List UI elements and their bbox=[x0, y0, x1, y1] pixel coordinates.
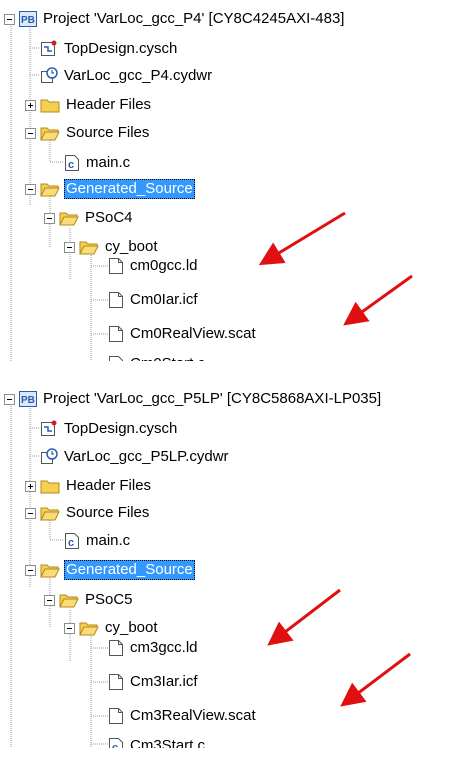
file-icon bbox=[109, 326, 123, 342]
file-icon bbox=[109, 708, 123, 724]
svg-text:c: c bbox=[68, 537, 74, 549]
source-files-label: Source Files bbox=[66, 504, 150, 521]
svg-text:c: c bbox=[68, 159, 74, 171]
schematic-label: TopDesign.cysch bbox=[64, 40, 178, 57]
collapse-icon[interactable] bbox=[25, 564, 36, 576]
file-label: Cm0Iar.icf bbox=[130, 291, 198, 308]
tree-item-source-files[interactable]: Source Files bbox=[25, 122, 151, 144]
schematic-icon bbox=[41, 40, 57, 56]
collapse-icon[interactable] bbox=[44, 212, 55, 224]
dwr-label: VarLoc_gcc_P4.cydwr bbox=[64, 67, 213, 84]
collapse-icon[interactable] bbox=[64, 622, 75, 634]
folder-open-icon bbox=[40, 127, 60, 141]
main-c-label: main.c bbox=[86, 154, 131, 171]
file-label: Cm3Iar.icf bbox=[130, 673, 198, 690]
tree-item-generated-source[interactable]: Generated_Source bbox=[25, 559, 195, 581]
collapse-icon[interactable] bbox=[44, 594, 55, 606]
main-c-label: main.c bbox=[86, 532, 131, 549]
file-icon bbox=[109, 640, 123, 656]
tree-item-dwr[interactable]: VarLoc_gcc_P5LP.cydwr bbox=[40, 446, 231, 468]
tree-item-file[interactable]: Cm3RealView.scat bbox=[108, 705, 258, 727]
folder-icon bbox=[40, 480, 60, 494]
collapse-icon[interactable] bbox=[25, 127, 36, 139]
project-icon: PB bbox=[19, 11, 37, 27]
cy-boot-label: cy_boot bbox=[105, 619, 158, 636]
file-label: cm0gcc.ld bbox=[130, 257, 198, 274]
tree-item-file[interactable]: cm3gcc.ld bbox=[108, 637, 200, 659]
tree-item-file[interactable]: Cm0Iar.icf bbox=[108, 289, 200, 311]
tree-item-psoc[interactable]: PSoC4 bbox=[44, 207, 135, 229]
project-label: Project 'VarLoc_gcc_P5LP' [CY8C5868AXI-L… bbox=[43, 390, 382, 407]
dwr-icon bbox=[41, 448, 58, 464]
header-files-label: Header Files bbox=[66, 96, 152, 113]
file-label: Cm3RealView.scat bbox=[130, 707, 256, 724]
tree-item-header-files[interactable]: Header Files bbox=[25, 475, 153, 497]
c-file-icon: c bbox=[65, 155, 79, 171]
psoc-label: PSoC5 bbox=[85, 591, 133, 608]
project-icon: PB bbox=[19, 391, 37, 407]
dwr-icon bbox=[41, 67, 58, 83]
folder-open-icon bbox=[40, 507, 60, 521]
tree-item-cy-boot[interactable]: cy_boot bbox=[64, 617, 160, 639]
file-icon bbox=[109, 292, 123, 308]
tree-item-project[interactable]: PB Project 'VarLoc_gcc_P5LP' [CY8C5868AX… bbox=[4, 388, 383, 410]
tree-item-file[interactable]: cm0gcc.ld bbox=[108, 255, 200, 277]
cy-boot-label: cy_boot bbox=[105, 238, 158, 255]
generated-source-label: Generated_Source bbox=[64, 560, 195, 580]
tree-item-file[interactable]: Cm3Iar.icf bbox=[108, 671, 200, 693]
tree-item-generated-source[interactable]: Generated_Source bbox=[25, 178, 195, 200]
tree-item-main-c[interactable]: c main.c bbox=[64, 530, 132, 552]
project-tree-psoc5: PB Project 'VarLoc_gcc_P5LP' [CY8C5868AX… bbox=[0, 382, 454, 757]
file-icon bbox=[109, 258, 123, 274]
schematic-label: TopDesign.cysch bbox=[64, 420, 178, 437]
expand-icon[interactable] bbox=[25, 480, 36, 492]
project-tree-psoc4: PB Project 'VarLoc_gcc_P4' [CY8C4245AXI-… bbox=[0, 0, 454, 370]
collapse-icon[interactable] bbox=[4, 393, 15, 405]
file-label: cm3gcc.ld bbox=[130, 639, 198, 656]
tree-item-header-files[interactable]: Header Files bbox=[25, 94, 153, 116]
folder-open-icon bbox=[40, 183, 60, 197]
folder-open-icon bbox=[40, 564, 60, 578]
tree-item-file[interactable]: Cm0RealView.scat bbox=[108, 323, 258, 345]
tree-item-main-c[interactable]: c main.c bbox=[64, 152, 132, 174]
panel-clip bbox=[0, 748, 454, 757]
source-files-label: Source Files bbox=[66, 124, 150, 141]
schematic-icon bbox=[41, 420, 57, 436]
svg-text:PB: PB bbox=[21, 15, 35, 26]
collapse-icon[interactable] bbox=[64, 241, 75, 253]
tree-item-dwr[interactable]: VarLoc_gcc_P4.cydwr bbox=[40, 65, 214, 87]
collapse-icon[interactable] bbox=[25, 183, 36, 195]
tree-item-source-files[interactable]: Source Files bbox=[25, 502, 151, 524]
tree-item-schematic[interactable]: TopDesign.cysch bbox=[40, 418, 179, 440]
svg-text:PB: PB bbox=[21, 395, 35, 406]
tree-item-psoc[interactable]: PSoC5 bbox=[44, 589, 135, 611]
file-icon bbox=[109, 674, 123, 690]
file-label: Cm0RealView.scat bbox=[130, 325, 256, 342]
project-label: Project 'VarLoc_gcc_P4' [CY8C4245AXI-483… bbox=[43, 10, 345, 27]
folder-open-icon bbox=[59, 594, 79, 608]
header-files-label: Header Files bbox=[66, 477, 152, 494]
folder-icon bbox=[40, 99, 60, 113]
folder-open-icon bbox=[79, 622, 99, 636]
c-file-icon: c bbox=[65, 533, 79, 549]
expand-icon[interactable] bbox=[25, 99, 36, 111]
collapse-icon[interactable] bbox=[4, 13, 15, 25]
folder-open-icon bbox=[59, 212, 79, 226]
tree-item-project[interactable]: PB Project 'VarLoc_gcc_P4' [CY8C4245AXI-… bbox=[4, 8, 346, 30]
collapse-icon[interactable] bbox=[25, 507, 36, 519]
tree-item-schematic[interactable]: TopDesign.cysch bbox=[40, 38, 179, 60]
dwr-label: VarLoc_gcc_P5LP.cydwr bbox=[64, 448, 229, 465]
folder-open-icon bbox=[79, 241, 99, 255]
psoc-label: PSoC4 bbox=[85, 209, 133, 226]
generated-source-label: Generated_Source bbox=[64, 179, 195, 199]
panel-clip bbox=[0, 361, 454, 370]
